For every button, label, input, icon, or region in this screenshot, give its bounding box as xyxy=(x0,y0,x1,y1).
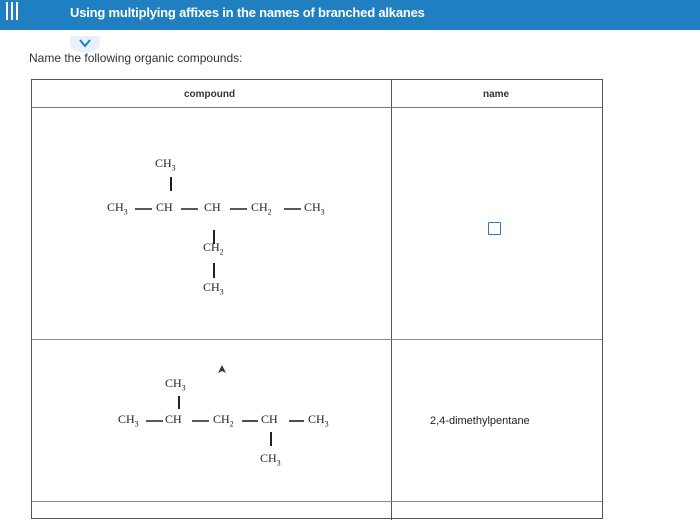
formula-2-c3: CH2 xyxy=(213,412,234,429)
formula-2-bonds xyxy=(146,396,304,446)
instruction-text: Name the following organic compounds: xyxy=(29,51,243,65)
formula-2-c2: CH xyxy=(165,412,182,426)
formula-2-bottom-ch3: CH3 xyxy=(260,451,281,468)
hamburger-menu-icon[interactable] xyxy=(6,2,20,22)
page-title: Using multiplying affixes in the names o… xyxy=(70,5,425,20)
formula-2-c5: CH3 xyxy=(308,412,329,429)
collapse-toggle-button[interactable] xyxy=(70,36,100,52)
header-bar: Using multiplying affixes in the names o… xyxy=(0,0,700,30)
compound-table: compound name CH3 CH3 CH CH CH2 CH3 CH2 … xyxy=(31,79,603,520)
answer-2-name[interactable]: 2,4-dimethylpentane xyxy=(430,415,530,427)
header-name: name xyxy=(483,89,510,100)
formula-2-c4: CH xyxy=(261,412,278,426)
answer-input-1[interactable] xyxy=(488,222,501,235)
formula-2-c1: CH3 xyxy=(118,412,139,429)
chevron-down-icon xyxy=(79,39,91,48)
